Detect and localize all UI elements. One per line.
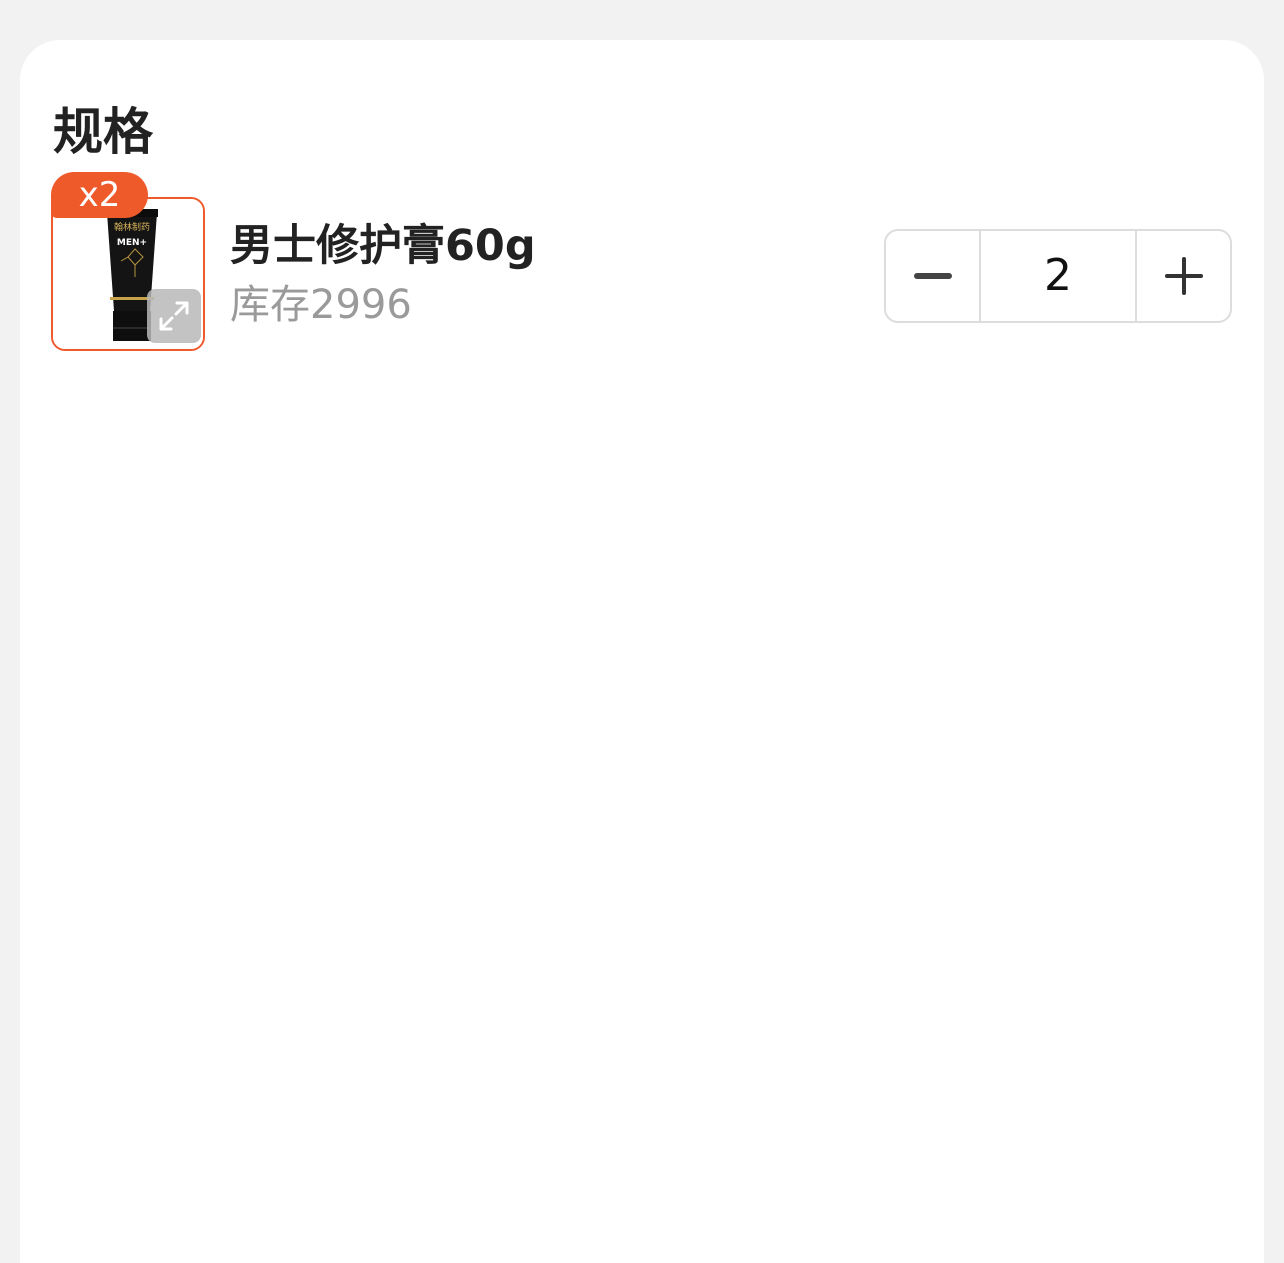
section-title: 规格 — [53, 103, 153, 161]
plus-icon — [1164, 257, 1203, 295]
product-thumbnail[interactable]: 翰林制药 MEN+ — [51, 197, 205, 351]
spec-panel — [20, 40, 1264, 1263]
quantity-badge: x2 — [51, 172, 148, 218]
decrease-button[interactable] — [886, 231, 981, 321]
increase-button[interactable] — [1135, 231, 1230, 321]
minus-icon — [913, 273, 952, 279]
svg-text:MEN+: MEN+ — [117, 238, 147, 248]
expand-arrows-icon — [159, 301, 189, 331]
stock-count: 库存2996 — [230, 282, 412, 328]
quantity-stepper: 2 — [884, 229, 1232, 323]
svg-text:翰林制药: 翰林制药 — [114, 221, 150, 233]
expand-image-button[interactable] — [147, 289, 201, 343]
quantity-value[interactable]: 2 — [981, 231, 1135, 321]
product-name: 男士修护膏60g — [230, 221, 536, 271]
